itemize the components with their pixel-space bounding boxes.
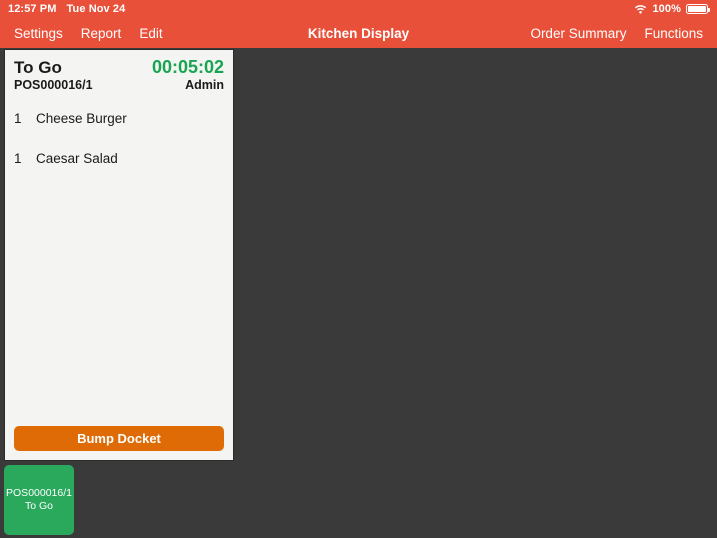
docket-order-type: To Go — [14, 58, 62, 77]
nav-right-group: Order Summary Functions — [530, 26, 717, 41]
docket-line-item[interactable]: 1 Cheese Burger — [5, 111, 233, 126]
battery-percent-label: 100% — [652, 3, 681, 15]
nav-item-report[interactable]: Report — [81, 26, 122, 41]
battery-full-icon — [686, 4, 710, 14]
summary-tile-order-id: POS000016/1 — [6, 487, 72, 499]
status-bar-time: 12:57 PM — [8, 3, 57, 15]
docket-header: To Go POS000016/1 00:05:02 Admin — [5, 50, 233, 97]
nav-item-order-summary[interactable]: Order Summary — [530, 26, 626, 41]
docket-timer: 00:05:02 — [151, 57, 224, 77]
item-name: Cheese Burger — [36, 111, 127, 126]
battery-fill — [688, 6, 706, 12]
item-name: Caesar Salad — [36, 151, 118, 166]
status-bar-right: 100% — [634, 3, 717, 15]
wifi-icon — [634, 4, 647, 14]
nav-left-group: Settings Report Edit — [0, 26, 163, 41]
docket-footer: Bump Docket — [5, 426, 233, 460]
docket-header-right: 00:05:02 Admin — [152, 58, 224, 93]
item-quantity: 1 — [14, 111, 22, 126]
status-bar-date: Tue Nov 24 — [66, 3, 126, 15]
docket-user: Admin — [185, 78, 224, 92]
docket-line-item[interactable]: 1 Caesar Salad — [5, 151, 233, 166]
docket-order-id: POS000016/1 — [14, 78, 93, 92]
docket-item-list: 1 Cheese Burger 1 Caesar Salad — [5, 97, 233, 426]
summary-tile-order-type: To Go — [24, 500, 53, 512]
status-bar-left: 12:57 PM Tue Nov 24 — [0, 3, 125, 15]
docket-header-left: To Go POS000016/1 — [14, 58, 93, 93]
nav-item-settings[interactable]: Settings — [14, 26, 63, 41]
nav-item-edit[interactable]: Edit — [139, 26, 162, 41]
bump-docket-button[interactable]: Bump Docket — [14, 426, 224, 451]
status-bar: 12:57 PM Tue Nov 24 100% — [0, 0, 717, 18]
navigation-bar: Kitchen Display Settings Report Edit Ord… — [0, 18, 717, 48]
nav-item-functions[interactable]: Functions — [644, 26, 703, 41]
item-quantity: 1 — [14, 151, 22, 166]
order-summary-tile[interactable]: POS000016/1 To Go — [4, 465, 74, 535]
docket-card[interactable]: To Go POS000016/1 00:05:02 Admin 1 Chees… — [4, 49, 234, 461]
